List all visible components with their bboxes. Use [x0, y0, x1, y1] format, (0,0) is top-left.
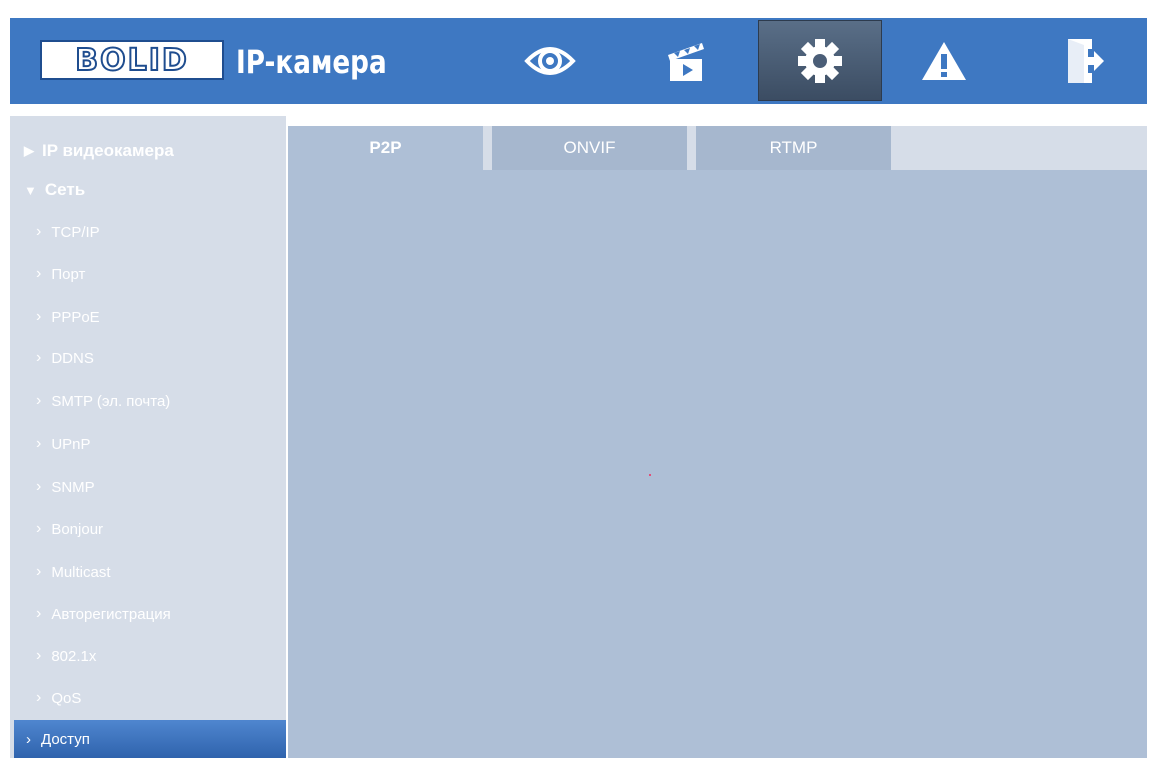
tab-p2p[interactable]: P2P	[288, 126, 483, 170]
sidebar-section-ip-camera[interactable]: ▶ IP видеокамера	[24, 134, 174, 168]
sidebar-item-snmp[interactable]: › SNMP	[36, 470, 95, 504]
logo-text: BOLID	[74, 42, 189, 79]
sidebar-item-label: Multicast	[51, 563, 111, 581]
chevron-right-icon: ›	[36, 349, 42, 366]
chevron-right-icon: ›	[36, 520, 42, 537]
clapperboard-icon	[668, 43, 704, 81]
main-content: P2P ONVIF RTMP	[288, 126, 1147, 758]
sidebar-item-tcpip[interactable]: › TCP/IP	[36, 215, 100, 249]
sidebar-item-label: DDNS	[51, 349, 94, 367]
sidebar-section-label: IP видеокамера	[42, 141, 174, 160]
caret-right-icon: ▶	[24, 143, 34, 158]
chevron-right-icon: ›	[36, 605, 42, 622]
sidebar-item-label: SMTP (эл. почта)	[51, 392, 171, 410]
sidebar-item-label: PPPoE	[51, 308, 100, 326]
sidebar-item-label: 802.1x	[51, 647, 97, 665]
stray-pixel	[649, 474, 651, 476]
nav-logout-button[interactable]	[1022, 18, 1146, 104]
chevron-right-icon: ›	[36, 647, 42, 664]
sidebar: ▶ IP видеокамера ▼ Сеть › TCP/IP › Порт › P…	[10, 116, 286, 758]
sidebar-item-label: UPnP	[51, 435, 91, 453]
sidebar-item-qos[interactable]: › QoS	[36, 681, 81, 715]
sidebar-item-label: Доступ	[41, 730, 90, 748]
tab-rtmp[interactable]: RTMP	[696, 126, 891, 170]
app-title: IP-камера	[236, 43, 387, 81]
sidebar-item-label: QoS	[51, 689, 82, 707]
sidebar-item-autoregistration[interactable]: › Авторегистрация	[36, 597, 171, 631]
chevron-right-icon: ›	[36, 689, 42, 706]
sidebar-item-label: Порт	[51, 265, 86, 283]
gear-icon	[798, 38, 842, 83]
nav-settings-button[interactable]	[758, 20, 882, 101]
sidebar-item-label: TCP/IP	[51, 223, 100, 241]
tab-bar: P2P ONVIF RTMP	[288, 126, 1147, 170]
logo: BOLID	[40, 40, 224, 80]
sidebar-item-ddns[interactable]: › DDNS	[36, 341, 94, 375]
sidebar-item-label: Bonjour	[51, 520, 104, 538]
nav-alarm-button[interactable]	[882, 18, 1006, 104]
chevron-right-icon: ›	[36, 478, 42, 495]
chevron-right-icon: ›	[36, 435, 42, 452]
tab-onvif[interactable]: ONVIF	[492, 126, 687, 170]
chevron-right-icon: ›	[36, 223, 42, 240]
caret-down-icon: ▼	[24, 182, 37, 198]
chevron-right-icon: ›	[36, 392, 42, 409]
warning-icon	[922, 42, 966, 80]
tab-label: ONVIF	[563, 138, 616, 157]
nav-live-view-button[interactable]	[488, 18, 612, 104]
sidebar-item-label: SNMP	[51, 478, 95, 496]
chevron-right-icon: ›	[36, 265, 42, 282]
sidebar-item-multicast[interactable]: › Multicast	[36, 555, 111, 589]
sidebar-item-access[interactable]: › Доступ	[14, 720, 286, 758]
nav-playback-button[interactable]	[624, 18, 748, 104]
chevron-right-icon: ›	[36, 308, 42, 325]
logout-icon	[1068, 39, 1104, 83]
sidebar-item-smtp[interactable]: › SMTP (эл. почта)	[36, 384, 170, 418]
sidebar-item-pppoe[interactable]: › PPPoE	[36, 300, 100, 334]
chevron-right-icon: ›	[36, 563, 42, 580]
sidebar-item-8021x[interactable]: › 802.1x	[36, 639, 96, 673]
chevron-right-icon: ›	[26, 730, 31, 748]
sidebar-item-bonjour[interactable]: › Bonjour	[36, 512, 103, 546]
tab-label: P2P	[369, 138, 402, 157]
sidebar-item-port[interactable]: › Порт	[36, 257, 85, 291]
sidebar-item-label: Авторегистрация	[51, 605, 171, 623]
tab-label: RTMP	[769, 138, 818, 157]
sidebar-item-upnp[interactable]: › UPnP	[36, 427, 91, 461]
sidebar-section-label: Сеть	[44, 180, 86, 199]
top-header: BOLID IP-камера	[10, 18, 1147, 104]
eye-icon	[524, 47, 576, 75]
sidebar-section-network[interactable]: ▼ Сеть	[24, 173, 85, 207]
